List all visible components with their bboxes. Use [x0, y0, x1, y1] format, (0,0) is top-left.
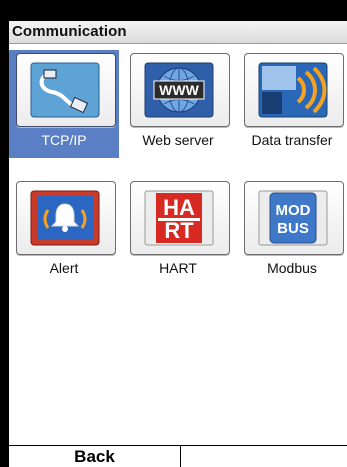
www-globe-icon: WWW — [144, 62, 214, 118]
www-text: WWW — [159, 82, 199, 98]
data-transfer-icon-frame — [244, 53, 344, 127]
tile-label: Modbus — [267, 260, 317, 276]
alert-icon-frame — [16, 181, 116, 255]
tile-modbus[interactable]: MOD BUS Modbus — [237, 178, 347, 286]
data-transfer-icon — [258, 62, 328, 118]
web-server-icon-frame: WWW — [130, 53, 230, 127]
tile-label: TCP/IP — [41, 132, 87, 148]
tile-label: HART — [159, 260, 197, 276]
title-bar: Communication — [9, 21, 347, 44]
tile-alert[interactable]: Alert — [9, 178, 119, 286]
alert-bell-icon — [30, 190, 100, 246]
modbus-icon-frame: MOD BUS — [244, 181, 344, 255]
tile-data-transfer[interactable]: Data transfer — [237, 50, 347, 158]
tile-label: Alert — [49, 260, 79, 276]
softkey-bar: Back — [9, 445, 347, 467]
network-cable-icon — [30, 62, 100, 118]
hart-icon: HA RT — [144, 190, 214, 246]
device-screen: Communication TCP/IP WWW Web server Data… — [9, 21, 347, 467]
modbus-top-text: MOD — [276, 202, 311, 219]
modbus-bottom-text: BUS — [277, 220, 309, 237]
page-title: Communication — [12, 23, 127, 40]
modbus-icon: MOD BUS — [258, 190, 328, 246]
tile-tcpip[interactable]: TCP/IP — [9, 50, 119, 158]
back-button[interactable]: Back — [9, 446, 181, 467]
tile-hart[interactable]: HA RT HART — [123, 178, 233, 286]
hart-bottom-text: RT — [164, 218, 194, 243]
hart-top-text: HA — [163, 195, 195, 220]
tile-label: Data transfer — [251, 132, 333, 148]
tile-web-server[interactable]: WWW Web server — [123, 50, 233, 158]
right-softkey[interactable] — [181, 446, 347, 467]
hart-icon-frame: HA RT — [130, 181, 230, 255]
tcpip-icon-frame — [16, 53, 116, 127]
tile-label: Web server — [142, 132, 214, 148]
